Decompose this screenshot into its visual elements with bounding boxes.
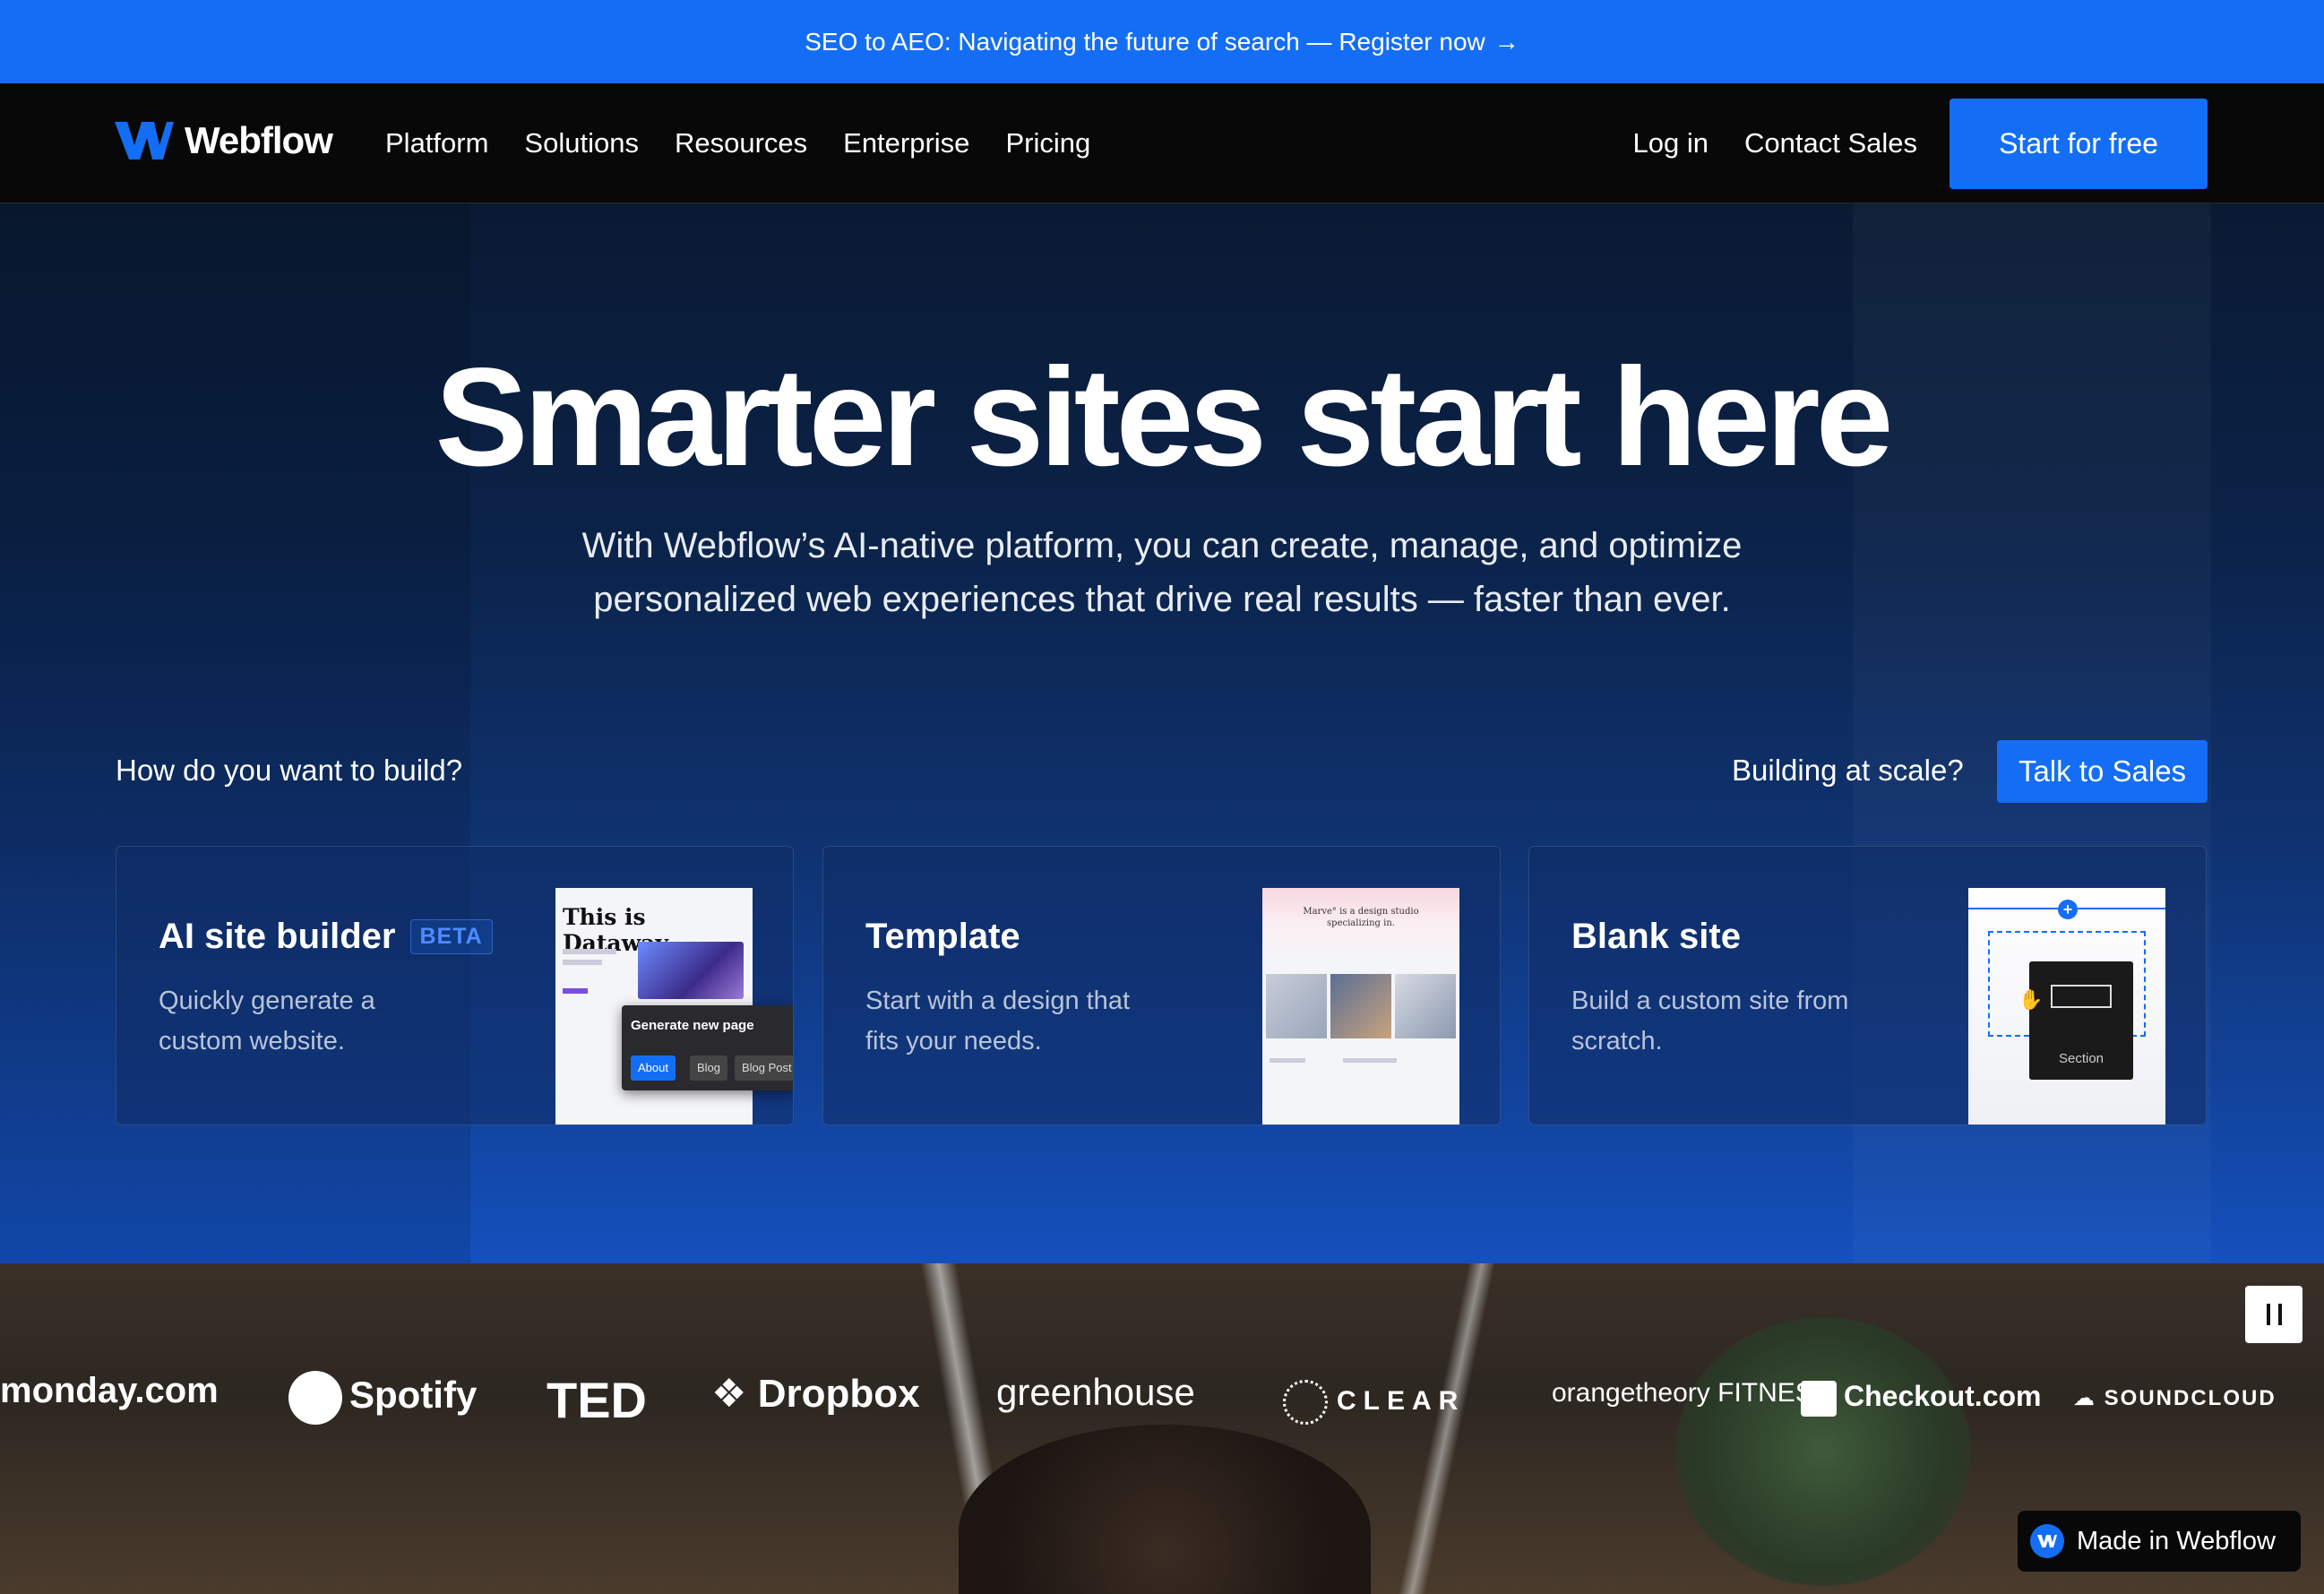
section-block: Section xyxy=(2029,961,2133,1080)
logo-soundcloud: ☁ SOUNDCLOUD xyxy=(2073,1385,2277,1411)
logo-ted: TED xyxy=(547,1372,647,1428)
scale-question: Building at scale? xyxy=(1732,754,1964,787)
blank-site-preview: + Section ✋ xyxy=(1968,888,2165,1124)
webflow-logo-icon xyxy=(115,122,174,159)
card-description: Build a custom site from scratch. xyxy=(1571,987,1849,1055)
card-title-text: Blank site xyxy=(1571,917,1741,956)
arrow-right-icon: → xyxy=(1493,27,1519,56)
section-label: Section xyxy=(2058,1051,2105,1066)
login-link[interactable]: Log in xyxy=(1633,127,1709,159)
brand-name: Webflow xyxy=(185,119,333,161)
nav-actions: Log in Contact Sales Start for free xyxy=(1633,83,2208,203)
brand-logo[interactable]: Webflow xyxy=(115,119,333,162)
logo-clear: CLEAR xyxy=(1283,1380,1465,1425)
light-streak xyxy=(1398,1263,1496,1594)
card-title: Template xyxy=(865,917,1020,957)
card-description: Quickly generate a custom website. xyxy=(159,987,375,1055)
preview-line xyxy=(1343,1058,1397,1063)
chip-blog-post[interactable]: Blog Post xyxy=(735,1055,793,1081)
contact-sales-link[interactable]: Contact Sales xyxy=(1744,127,1917,159)
template-image-1 xyxy=(1266,974,1327,1038)
card-title: AI site builder BETA xyxy=(159,917,493,957)
generate-page-popup: Generate new page About Blog Blog Post xyxy=(622,1005,793,1090)
logo-spotify-text: Spotify xyxy=(349,1374,478,1417)
clear-icon xyxy=(1283,1380,1328,1425)
nav-link-enterprise[interactable]: Enterprise xyxy=(843,127,969,159)
popup-title: Generate new page xyxy=(631,1018,754,1033)
hero-subtitle: With Webflow’s AI-native platform, you c… xyxy=(581,526,1743,619)
card-title-text: Template xyxy=(865,917,1020,956)
hero-title: Smarter sites start here xyxy=(435,340,1894,495)
logo-monday: monday.com xyxy=(0,1371,219,1410)
pause-icon xyxy=(2277,1304,2282,1325)
section-frame xyxy=(2051,985,2112,1008)
laptop-image xyxy=(638,942,744,999)
spotify-icon xyxy=(288,1371,342,1425)
preview-line xyxy=(563,960,602,965)
person-hair xyxy=(959,1425,1371,1594)
template-image-3 xyxy=(1395,974,1456,1038)
hero-section: Smarter sites start here With Webflow’s … xyxy=(0,203,2324,1263)
preview-line xyxy=(563,949,616,954)
made-in-webflow-text: Made in Webflow xyxy=(2077,1526,2276,1555)
logo-dropbox: ❖ Dropbox xyxy=(711,1371,920,1417)
card-blank-site[interactable]: Blank site Build a custom site from scra… xyxy=(1528,846,2207,1125)
dropbox-icon: ❖ xyxy=(711,1372,747,1416)
logo-soundcloud-text: SOUNDCLOUD xyxy=(2104,1386,2277,1410)
customer-logos-strip: monday.com Spotify TED ❖ Dropbox greenho… xyxy=(0,1263,2324,1594)
nav-link-platform[interactable]: Platform xyxy=(385,127,488,159)
beta-badge: BETA xyxy=(409,919,493,954)
nav-link-pricing[interactable]: Pricing xyxy=(1005,127,1090,159)
logo-orangetheory: orangetheory FITNESS xyxy=(1552,1378,1831,1408)
talk-to-sales-button[interactable]: Talk to Sales xyxy=(1997,740,2208,803)
card-title: Blank site xyxy=(1571,917,1741,957)
template-preview: Marve° is a design studio specializing i… xyxy=(1262,888,1459,1124)
template-image-2 xyxy=(1330,974,1391,1038)
card-template[interactable]: Template Start with a design that fits y… xyxy=(822,846,1501,1125)
preview-accent xyxy=(563,988,588,994)
build-question: How do you want to build? xyxy=(116,754,463,787)
announcement-banner[interactable]: SEO to AEO: Navigating the future of sea… xyxy=(0,0,2324,83)
top-navigation: Webflow Platform Solutions Resources Ent… xyxy=(0,83,2324,203)
pause-button[interactable] xyxy=(2245,1286,2302,1343)
card-title-text: AI site builder xyxy=(159,917,396,956)
card-ai-site-builder[interactable]: AI site builder BETA Quickly generate a … xyxy=(116,846,794,1125)
logo-checkout: Checkout.com xyxy=(1801,1380,2041,1417)
plant-blur xyxy=(1675,1317,1971,1586)
logo-spotify: Spotify xyxy=(288,1371,477,1425)
template-heading: Marve° is a design studio specializing i… xyxy=(1303,907,1419,928)
start-for-free-button[interactable]: Start for free xyxy=(1950,98,2208,189)
preview-line xyxy=(1270,1058,1305,1063)
made-in-webflow-badge[interactable]: Made in Webflow xyxy=(2018,1511,2301,1572)
checkout-icon xyxy=(1801,1380,1837,1417)
soundcloud-icon: ☁ xyxy=(2073,1386,2096,1410)
webflow-badge-icon xyxy=(2030,1524,2064,1558)
logo-greenhouse: greenhouse xyxy=(996,1371,1195,1413)
nav-link-solutions[interactable]: Solutions xyxy=(524,127,639,159)
plus-icon: + xyxy=(2058,900,2078,919)
banner-text[interactable]: SEO to AEO: Navigating the future of sea… xyxy=(805,28,1485,56)
hand-cursor-icon: ✋ xyxy=(2018,988,2044,1011)
pause-icon xyxy=(2266,1304,2270,1325)
logo-clear-text: CLEAR xyxy=(1337,1385,1466,1416)
nav-menu: Platform Solutions Resources Enterprise … xyxy=(385,83,1090,203)
card-description: Start with a design that fits your needs… xyxy=(865,987,1130,1055)
logo-checkout-text: Checkout.com xyxy=(1844,1380,2042,1412)
chip-blog[interactable]: Blog xyxy=(690,1055,728,1081)
chip-about[interactable]: About xyxy=(631,1055,676,1081)
nav-link-resources[interactable]: Resources xyxy=(675,127,807,159)
logo-dropbox-text: Dropbox xyxy=(757,1372,920,1416)
